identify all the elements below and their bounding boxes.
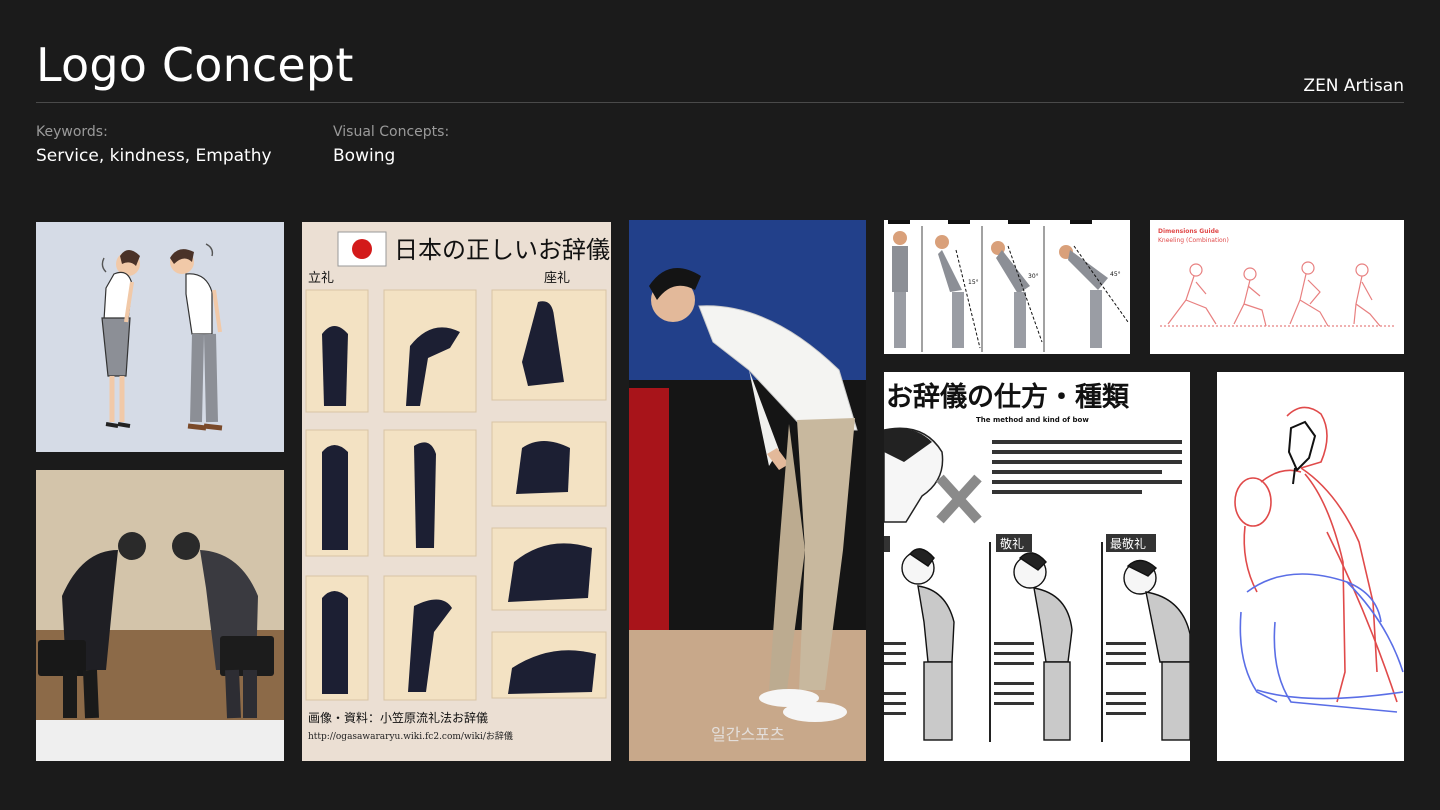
- japanese-bow-poster: 日本の正しいお辞儀 立礼 座礼 画像・資料：小笠原流礼法お辞儀 http://o…: [302, 222, 611, 761]
- manual-label-1: 敬礼: [1000, 536, 1024, 551]
- poster-right-label: 座礼: [544, 270, 570, 286]
- poster-url: http://ogasawararyu.wiki.fc2.com/wiki/お辞…: [308, 730, 513, 742]
- dimensions-subtitle: Kneeling (Combination): [1158, 237, 1229, 244]
- manual-label-2: 最敬礼: [1110, 536, 1146, 551]
- bowing-illustration: [36, 222, 284, 452]
- header-divider: [36, 102, 1404, 103]
- poster-credit: 画像・資料：小笠原流礼法お辞儀: [308, 710, 488, 725]
- dimensions-guide: Dimensions Guide Kneeling (Combination): [1150, 220, 1404, 354]
- brand-name: ZEN Artisan: [1303, 76, 1404, 96]
- kneeling-sketch: [1217, 372, 1404, 761]
- poster-title: 日本の正しいお辞儀: [394, 236, 610, 264]
- japan-flag-icon: [352, 239, 372, 259]
- dimensions-title: Dimensions Guide: [1158, 228, 1219, 235]
- photo-watermark: 일간스포츠: [711, 725, 785, 744]
- poster-left-label: 立礼: [308, 270, 334, 286]
- visual-concepts-label: Visual Concepts:: [333, 124, 450, 140]
- angle-15: 15°: [968, 279, 979, 286]
- bow-manual: お辞儀の仕方・種類 The method and kind of bow 敬礼 …: [884, 372, 1190, 761]
- bow-angles-chart: 15° 30° 45°: [884, 220, 1130, 354]
- visual-concepts-value: Bowing: [333, 146, 396, 166]
- page-title: Logo Concept: [36, 38, 354, 92]
- stage-bow-photo: 일간스포츠: [629, 220, 866, 761]
- business-bow-photo: [36, 470, 284, 761]
- keywords-label: Keywords:: [36, 124, 108, 140]
- angle-45: 45°: [1110, 271, 1121, 278]
- keywords-value: Service, kindness, Empathy: [36, 146, 272, 166]
- manual-subtitle: The method and kind of bow: [976, 416, 1089, 424]
- angle-30: 30°: [1028, 273, 1039, 280]
- manual-title: お辞儀の仕方・種類: [886, 381, 1130, 413]
